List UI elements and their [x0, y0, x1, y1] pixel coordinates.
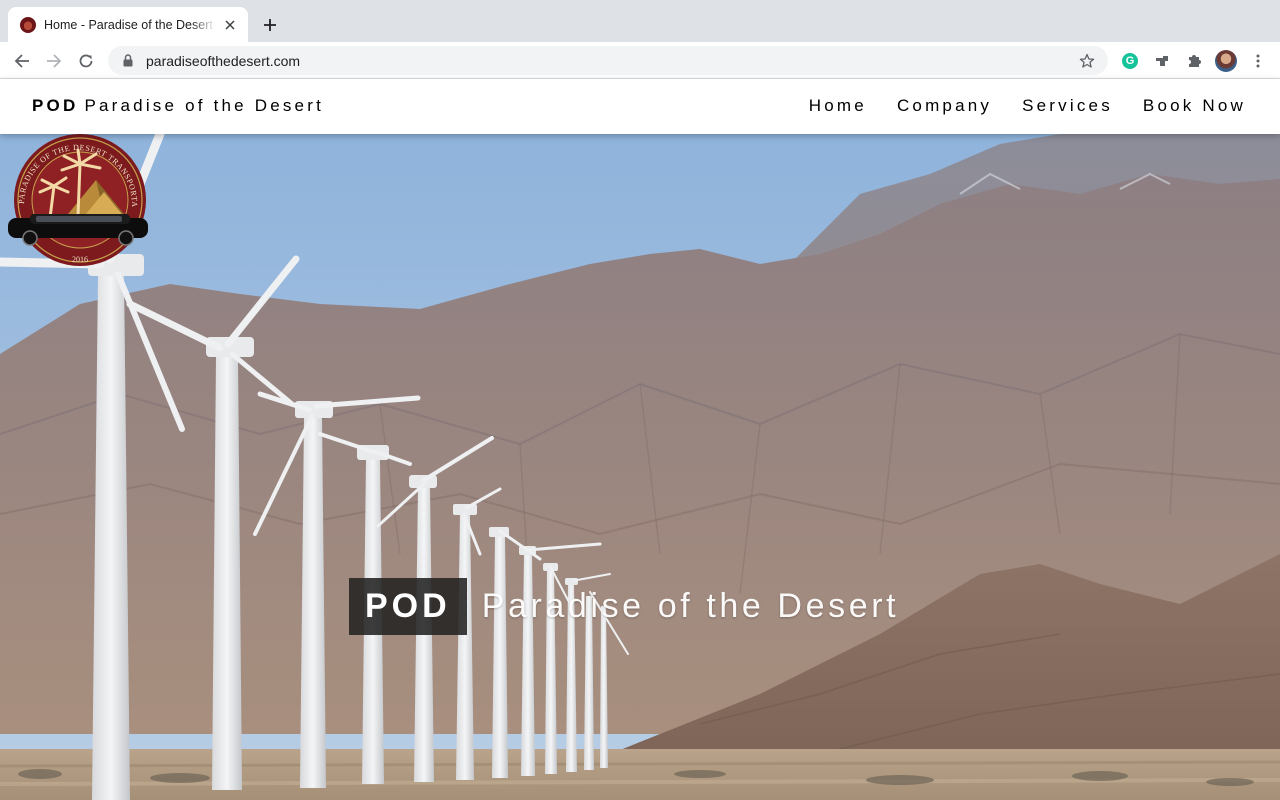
kebab-menu-icon[interactable] [1248, 51, 1268, 71]
nav-company[interactable]: Company [897, 96, 992, 116]
plus-icon [264, 19, 276, 31]
hero-title-abbreviation: POD [349, 578, 467, 635]
nav-book-now[interactable]: Book Now [1143, 96, 1246, 116]
forward-arrow-icon[interactable] [41, 48, 67, 74]
new-tab-button[interactable] [258, 13, 282, 37]
star-icon[interactable] [1078, 52, 1096, 70]
tab-title: Home - Paradise of the Desert [44, 17, 213, 32]
nav-services[interactable]: Services [1022, 96, 1113, 116]
profile-button[interactable] [1215, 50, 1237, 72]
hero-section: PARADISE OF THE DESERT TRANSPORTATION SE… [0, 134, 1280, 800]
reload-icon[interactable] [73, 48, 99, 74]
url-text[interactable]: paradiseofthedesert.com [146, 53, 1078, 69]
lock-icon[interactable] [120, 53, 136, 69]
back-arrow-icon[interactable] [9, 48, 35, 74]
brand-name: Paradise of the Desert [84, 96, 324, 115]
site-header: POD Paradise of the Desert Home Company S… [0, 79, 1280, 134]
browser-tab[interactable]: Home - Paradise of the Desert [8, 7, 248, 42]
site-favicon-icon [20, 16, 36, 33]
hero-title-name: Paradise of the Desert [481, 587, 900, 625]
cast-icon[interactable] [1152, 51, 1172, 71]
main-nav: Home Company Services Book Now [779, 96, 1246, 116]
grammarly-icon[interactable]: G [1120, 51, 1140, 71]
close-icon[interactable] [222, 17, 238, 33]
puzzle-icon[interactable] [1184, 51, 1204, 71]
svg-text:2016: 2016 [72, 255, 88, 264]
browser-toolbar: paradiseofthedesert.com G [0, 42, 1280, 79]
nav-home[interactable]: Home [809, 96, 867, 116]
company-emblem-logo: PARADISE OF THE DESERT TRANSPORTATION SE… [0, 134, 148, 266]
hero-title: POD Paradise of the Desert [349, 578, 899, 635]
brand-abbreviation: POD [32, 96, 79, 115]
avatar [1215, 50, 1237, 72]
address-bar[interactable]: paradiseofthedesert.com [108, 46, 1108, 75]
browser-tabstrip: Home - Paradise of the Desert [0, 0, 1280, 42]
hero-background-photo [0, 134, 1280, 800]
site-brand[interactable]: POD Paradise of the Desert [32, 96, 324, 116]
